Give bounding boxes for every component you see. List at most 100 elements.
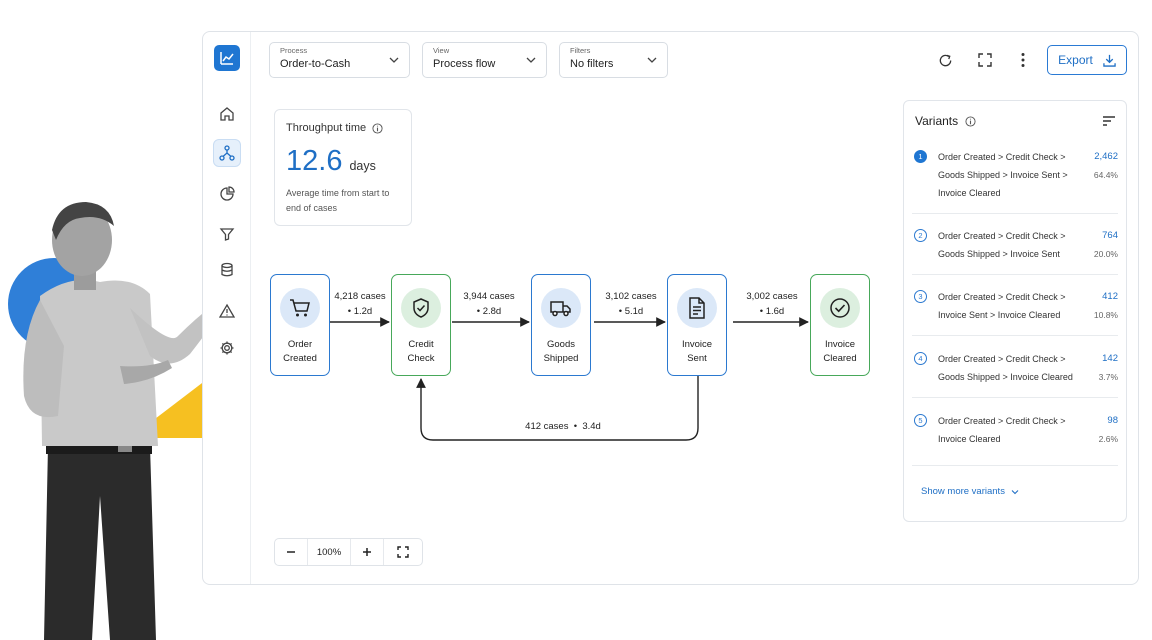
throughput-value: 12.6 bbox=[286, 145, 343, 177]
fit-view-button[interactable] bbox=[383, 539, 422, 565]
warning-icon bbox=[219, 303, 235, 318]
edge-time: • 2.8d bbox=[476, 306, 502, 317]
zoom-out-button[interactable] bbox=[275, 539, 307, 565]
zoom-controls: 100% bbox=[274, 538, 423, 566]
export-button[interactable]: Export bbox=[1047, 45, 1127, 75]
fullscreen-button[interactable] bbox=[975, 50, 995, 70]
variant-item[interactable]: 2 Order Created > Credit Check > Goods S… bbox=[912, 227, 1118, 275]
database-icon bbox=[221, 262, 233, 277]
nav-data[interactable] bbox=[213, 256, 241, 284]
chevron-down-icon bbox=[526, 57, 536, 63]
throughput-card: Throughput time 12.6 days Average time f… bbox=[274, 109, 412, 226]
node-label-line1: Goods bbox=[547, 339, 575, 350]
variant-item[interactable]: 5 Order Created > Credit Check > Invoice… bbox=[912, 412, 1118, 466]
show-more-label: Show more variants bbox=[921, 486, 1005, 497]
node-invoice-sent[interactable]: Invoice Sent bbox=[667, 274, 727, 376]
variant-path: Order Created > Credit Check > Invoice S… bbox=[938, 288, 1080, 324]
refresh-icon bbox=[939, 54, 951, 66]
edge-cases: 3,102 cases bbox=[605, 291, 657, 302]
variant-item[interactable]: 4 Order Created > Credit Check > Goods S… bbox=[912, 350, 1118, 398]
zoom-in-button[interactable] bbox=[351, 539, 383, 565]
node-credit-check[interactable]: Credit Check bbox=[391, 274, 451, 376]
sidebar bbox=[203, 32, 251, 584]
info-icon[interactable] bbox=[372, 122, 383, 134]
variant-path: Order Created > Credit Check > Goods Shi… bbox=[938, 227, 1080, 263]
edge-3-label: 3,102 cases • 5.1d bbox=[596, 289, 666, 319]
filters-select[interactable]: Filters No filters bbox=[559, 42, 668, 78]
chevron-down-icon bbox=[647, 57, 657, 63]
node-invoice-cleared[interactable]: Invoice Cleared bbox=[810, 274, 870, 376]
variant-item[interactable]: 1 Order Created > Credit Check > Goods S… bbox=[912, 148, 1118, 214]
more-options-button[interactable] bbox=[1013, 50, 1033, 70]
nav-process-map[interactable] bbox=[213, 139, 241, 167]
info-icon[interactable] bbox=[965, 115, 976, 127]
nav-alerts[interactable] bbox=[213, 297, 241, 325]
trend-chart-icon bbox=[220, 52, 234, 65]
edge-2-label: 3,944 cases • 2.8d bbox=[454, 289, 524, 319]
node-label-line1: Credit bbox=[408, 339, 434, 350]
variant-path: Order Created > Credit Check > Goods Shi… bbox=[938, 148, 1080, 202]
variant-path-line: Order Created > Credit Check > bbox=[938, 416, 1066, 426]
node-label-line2: Sent bbox=[687, 353, 707, 364]
show-more-variants-link[interactable]: Show more variants bbox=[921, 486, 1019, 497]
variant-rank: 2 bbox=[914, 229, 927, 242]
nav-home[interactable] bbox=[213, 100, 241, 128]
edge-cases: 3,002 cases bbox=[746, 291, 798, 302]
node-label-line1: Order bbox=[287, 339, 313, 350]
app-logo[interactable] bbox=[214, 45, 240, 71]
app-window: Process Order-to-Cash View Process flow … bbox=[202, 31, 1139, 585]
variant-item[interactable]: 3 Order Created > Credit Check > Invoice… bbox=[912, 288, 1118, 336]
variant-path: Order Created > Credit Check > Invoice C… bbox=[938, 412, 1080, 448]
fit-screen-icon bbox=[397, 546, 409, 558]
variant-path-line: Invoice Cleared bbox=[938, 434, 1001, 444]
node-icon-circle bbox=[280, 288, 320, 328]
nav-settings[interactable] bbox=[213, 334, 241, 362]
variant-path-line: Order Created > Credit Check > bbox=[938, 152, 1066, 162]
view-select-value: Process flow bbox=[433, 58, 496, 70]
variants-title: Variants bbox=[915, 114, 959, 128]
cart-icon bbox=[290, 299, 310, 317]
variant-path: Order Created > Credit Check > Goods Shi… bbox=[938, 350, 1080, 386]
more-vertical-icon bbox=[1021, 53, 1025, 67]
loop-edge-label: 412 cases • 3.4d bbox=[525, 421, 601, 432]
variant-count: 142 bbox=[1102, 353, 1118, 364]
filters-select-label: Filters bbox=[570, 46, 591, 55]
pie-chart-icon bbox=[220, 186, 235, 201]
variant-path-line: Order Created > Credit Check > bbox=[938, 292, 1066, 302]
edge-time: • 1.2d bbox=[347, 306, 373, 317]
variant-percent: 20.0% bbox=[1093, 249, 1118, 259]
sort-icon[interactable] bbox=[1102, 115, 1116, 127]
variants-header: Variants bbox=[915, 114, 976, 128]
throughput-title-row: Throughput time bbox=[286, 122, 400, 134]
throughput-title: Throughput time bbox=[286, 122, 367, 134]
edge-cases: 3,944 cases bbox=[463, 291, 515, 302]
node-order-created[interactable]: Order Created bbox=[270, 274, 330, 376]
view-select-label: View bbox=[433, 46, 450, 55]
node-label-line2: Shipped bbox=[543, 353, 579, 364]
node-label-line1: Invoice bbox=[681, 339, 713, 350]
node-label-line2: Created bbox=[283, 353, 317, 364]
edge-cases: 4,218 cases bbox=[334, 291, 386, 302]
nav-filters[interactable] bbox=[213, 220, 241, 248]
process-select-value: Order-to-Cash bbox=[280, 58, 351, 70]
refresh-button[interactable] bbox=[935, 50, 955, 70]
variant-count: 412 bbox=[1102, 291, 1118, 302]
variant-path-line: Invoice Sent > Invoice Cleared bbox=[938, 310, 1061, 320]
page: Process Order-to-Cash View Process flow … bbox=[0, 0, 1152, 640]
throughput-metric: 12.6 days bbox=[286, 145, 400, 178]
filters-select-value: No filters bbox=[570, 58, 614, 70]
process-select[interactable]: Process Order-to-Cash bbox=[269, 42, 410, 78]
variant-rank: 5 bbox=[914, 414, 927, 427]
node-goods-shipped[interactable]: Goods Shipped bbox=[531, 274, 591, 376]
variant-rank: 1 bbox=[914, 150, 927, 163]
throughput-description: Average time from start to end of cases bbox=[286, 188, 390, 213]
node-label: Goods Shipped bbox=[544, 338, 579, 366]
node-label-line2: Cleared bbox=[823, 353, 857, 364]
node-icon-circle bbox=[820, 288, 860, 328]
variant-path-line: Invoice Cleared bbox=[938, 188, 1001, 198]
nav-analytics[interactable] bbox=[213, 180, 241, 208]
view-select[interactable]: View Process flow bbox=[422, 42, 547, 78]
node-label: Invoice Cleared bbox=[823, 338, 856, 366]
node-label: Credit Check bbox=[408, 338, 435, 366]
home-icon bbox=[220, 107, 234, 121]
